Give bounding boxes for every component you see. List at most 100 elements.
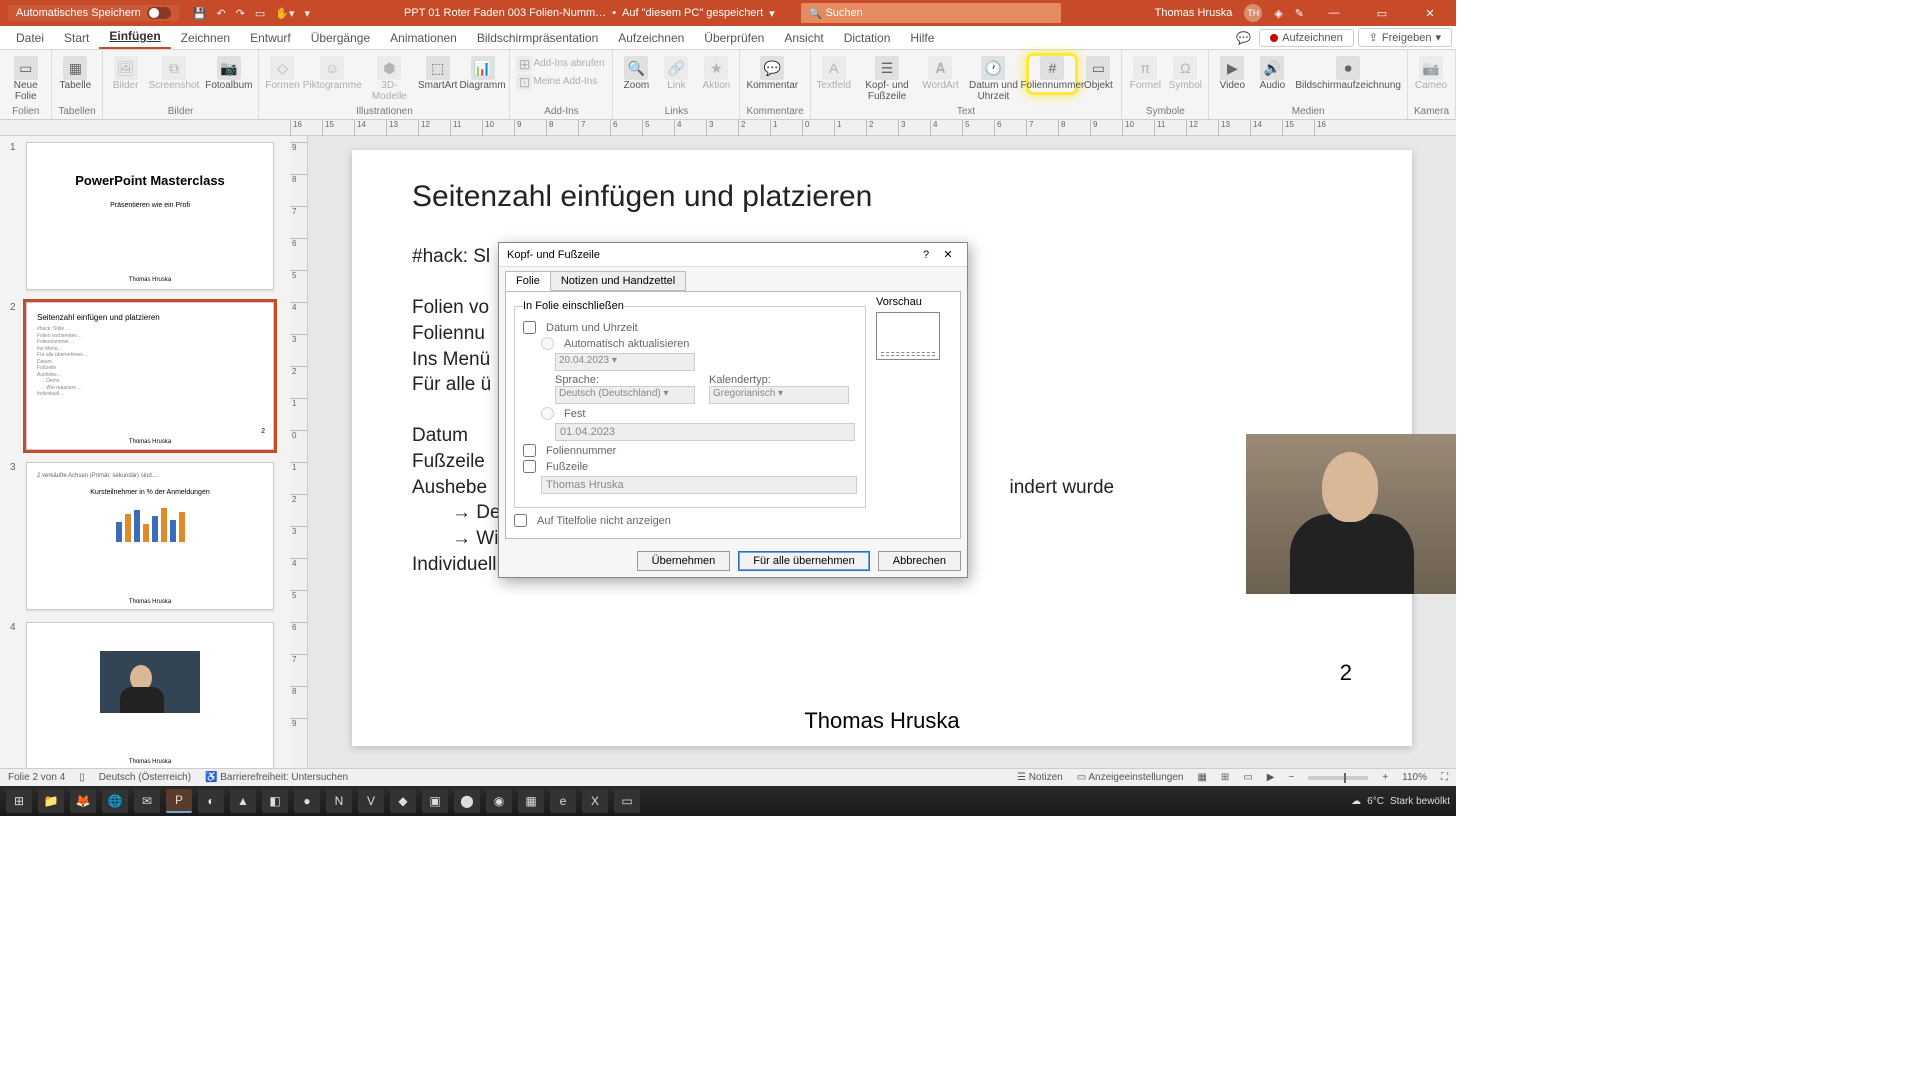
wordart-button[interactable]: 𝐀WordArt <box>923 56 957 92</box>
qat-more-icon[interactable]: ▾ <box>305 7 311 20</box>
get-addins-button[interactable]: ⊞Add-Ins abrufen <box>516 56 606 72</box>
cameo-button[interactable]: 📷Cameo <box>1414 56 1448 92</box>
view-sorter-icon[interactable]: ⊞ <box>1221 772 1229 783</box>
diamond-icon[interactable]: ◈ <box>1274 7 1282 20</box>
apply-button[interactable]: Übernehmen <box>637 551 731 571</box>
video-button[interactable]: ▶Video <box>1215 56 1249 92</box>
display-settings-button[interactable]: ▭ Anzeigeeinstellungen <box>1077 772 1184 783</box>
dialog-close-button[interactable]: ✕ <box>937 248 959 261</box>
task-powerpoint[interactable]: P <box>166 789 192 813</box>
date-combo[interactable]: 20.04.2023 ▾ <box>555 353 695 371</box>
title-dropdown-icon[interactable]: ▾ <box>769 7 775 20</box>
thumb-4[interactable]: 4 Thomas Hruska <box>10 622 280 768</box>
pen-icon[interactable]: ✎ <box>1295 7 1304 20</box>
task-app6[interactable]: ◉ <box>486 789 512 813</box>
task-outlook[interactable]: ✉ <box>134 789 160 813</box>
shapes-button[interactable]: ◇Formen <box>265 56 299 92</box>
icons-button[interactable]: ☺Piktogramme <box>305 56 358 92</box>
task-app8[interactable]: ▭ <box>614 789 640 813</box>
smartart-button[interactable]: ⬚SmartArt <box>420 56 456 92</box>
thumb-2[interactable]: 2 Seitenzahl einfügen und platzieren #ha… <box>10 302 280 450</box>
tab-bildschirm[interactable]: Bildschirmpräsentation <box>467 27 608 49</box>
auto-update-radio[interactable] <box>541 337 554 350</box>
tab-einfuegen[interactable]: Einfügen <box>99 25 170 49</box>
slideshow-icon[interactable]: ▭ <box>255 7 265 20</box>
datetime-button[interactable]: 🕐Datum und Uhrzeit <box>963 56 1023 102</box>
start-button[interactable]: ⊞ <box>6 789 32 813</box>
textbox-button[interactable]: ATextfeld <box>817 56 851 92</box>
screenrec-button[interactable]: ⏺Bildschirmaufzeichnung <box>1295 56 1401 92</box>
touch-icon[interactable]: ✋▾ <box>275 7 294 20</box>
redo-icon[interactable]: ↷ <box>236 7 245 20</box>
view-slideshow-icon[interactable]: ▶ <box>1267 772 1275 783</box>
task-app1[interactable]: ◐ <box>198 789 224 813</box>
task-excel[interactable]: X <box>582 789 608 813</box>
slidenumber-checkbox[interactable] <box>523 444 536 457</box>
date-checkbox[interactable] <box>523 321 536 334</box>
table-button[interactable]: ▦Tabelle <box>58 56 92 92</box>
taskbar-weather[interactable]: ☁ 6°C Stark bewölkt <box>1351 796 1450 807</box>
status-language[interactable]: Deutsch (Österreich) <box>99 772 191 783</box>
tab-dictation[interactable]: Dictation <box>834 27 901 49</box>
share-button[interactable]: ⇪Freigeben▾ <box>1358 28 1452 47</box>
footer-text-input[interactable] <box>541 476 857 494</box>
status-accessibility-icon[interactable]: ▯ <box>79 772 85 783</box>
cancel-button[interactable]: Abbrechen <box>878 551 961 571</box>
calendar-combo[interactable]: Gregorianisch ▾ <box>709 386 849 404</box>
language-combo[interactable]: Deutsch (Deutschland) ▾ <box>555 386 695 404</box>
task-visio[interactable]: V <box>358 789 384 813</box>
slide-title[interactable]: Seitenzahl einfügen und platzieren <box>412 180 1352 214</box>
fixed-date-input[interactable] <box>555 423 855 441</box>
dialog-tab-folie[interactable]: Folie <box>505 271 551 291</box>
status-accessibility[interactable]: ♿ Barrierefreiheit: Untersuchen <box>205 772 348 783</box>
tab-ansicht[interactable]: Ansicht <box>774 27 833 49</box>
hide-on-title-checkbox[interactable] <box>514 514 527 527</box>
tab-datei[interactable]: Datei <box>6 27 54 49</box>
screenshot-button[interactable]: ⧉Screenshot <box>149 56 200 92</box>
comment-button[interactable]: 💬Kommentar <box>746 56 798 92</box>
thumb-1[interactable]: 1 PowerPoint Masterclass Präsentieren wi… <box>10 142 280 290</box>
notes-button[interactable]: ☰ Notizen <box>1017 772 1063 783</box>
view-reading-icon[interactable]: ▭ <box>1243 772 1252 783</box>
tab-aufzeichnen[interactable]: Aufzeichnen <box>608 27 694 49</box>
my-addins-button[interactable]: ⊡Meine Add-Ins <box>516 74 606 90</box>
audio-button[interactable]: 🔊Audio <box>1255 56 1289 92</box>
task-explorer[interactable]: 📁 <box>38 789 64 813</box>
tab-entwurf[interactable]: Entwurf <box>240 27 301 49</box>
autosave-switch[interactable] <box>147 7 171 19</box>
zoom-value[interactable]: 110% <box>1402 772 1427 783</box>
header-footer-button[interactable]: ☰Kopf- und Fußzeile <box>857 56 918 102</box>
maximize-button[interactable]: ▭ <box>1364 7 1400 20</box>
zoom-in-icon[interactable]: + <box>1382 772 1388 783</box>
tab-hilfe[interactable]: Hilfe <box>900 27 944 49</box>
task-chrome[interactable]: 🌐 <box>102 789 128 813</box>
task-onenote[interactable]: N <box>326 789 352 813</box>
tab-animationen[interactable]: Animationen <box>380 27 467 49</box>
task-obs[interactable]: ⬤ <box>454 789 480 813</box>
zoom-button[interactable]: 🔍Zoom <box>619 56 653 92</box>
user-name[interactable]: Thomas Hruska <box>1155 7 1233 19</box>
user-avatar[interactable]: TH <box>1244 4 1262 22</box>
save-icon[interactable]: 💾 <box>193 7 207 20</box>
slide-number-button[interactable]: #Foliennummer <box>1029 56 1075 92</box>
photoalbum-button[interactable]: 📷Fotoalbum <box>205 56 252 92</box>
view-normal-icon[interactable]: ▦ <box>1197 772 1206 783</box>
task-app2[interactable]: ◧ <box>262 789 288 813</box>
task-app7[interactable]: ▦ <box>518 789 544 813</box>
3d-button[interactable]: ⬢3D- Modelle <box>365 56 414 102</box>
task-app4[interactable]: ◆ <box>390 789 416 813</box>
link-button[interactable]: 🔗Link <box>659 56 693 92</box>
footer-checkbox[interactable] <box>523 460 536 473</box>
thumb-3[interactable]: 3 2 verkäufte Achsen (Primär, sekundär) … <box>10 462 280 610</box>
apply-all-button[interactable]: Für alle übernehmen <box>738 551 870 571</box>
fixed-radio[interactable] <box>541 407 554 420</box>
dialog-tab-notizen[interactable]: Notizen und Handzettel <box>550 271 686 291</box>
task-vlc[interactable]: ▲ <box>230 789 256 813</box>
dialog-help-button[interactable]: ? <box>915 249 937 261</box>
search-box[interactable]: 🔍 Suchen <box>801 3 1061 23</box>
fit-icon[interactable]: ⛶ <box>1441 772 1448 783</box>
images-button[interactable]: 🖼Bilder <box>109 56 143 92</box>
chart-button[interactable]: 📊Diagramm <box>462 56 504 92</box>
object-button[interactable]: ▭Objekt <box>1081 56 1115 92</box>
slide-thumbnails[interactable]: 1 PowerPoint Masterclass Präsentieren wi… <box>0 136 290 768</box>
